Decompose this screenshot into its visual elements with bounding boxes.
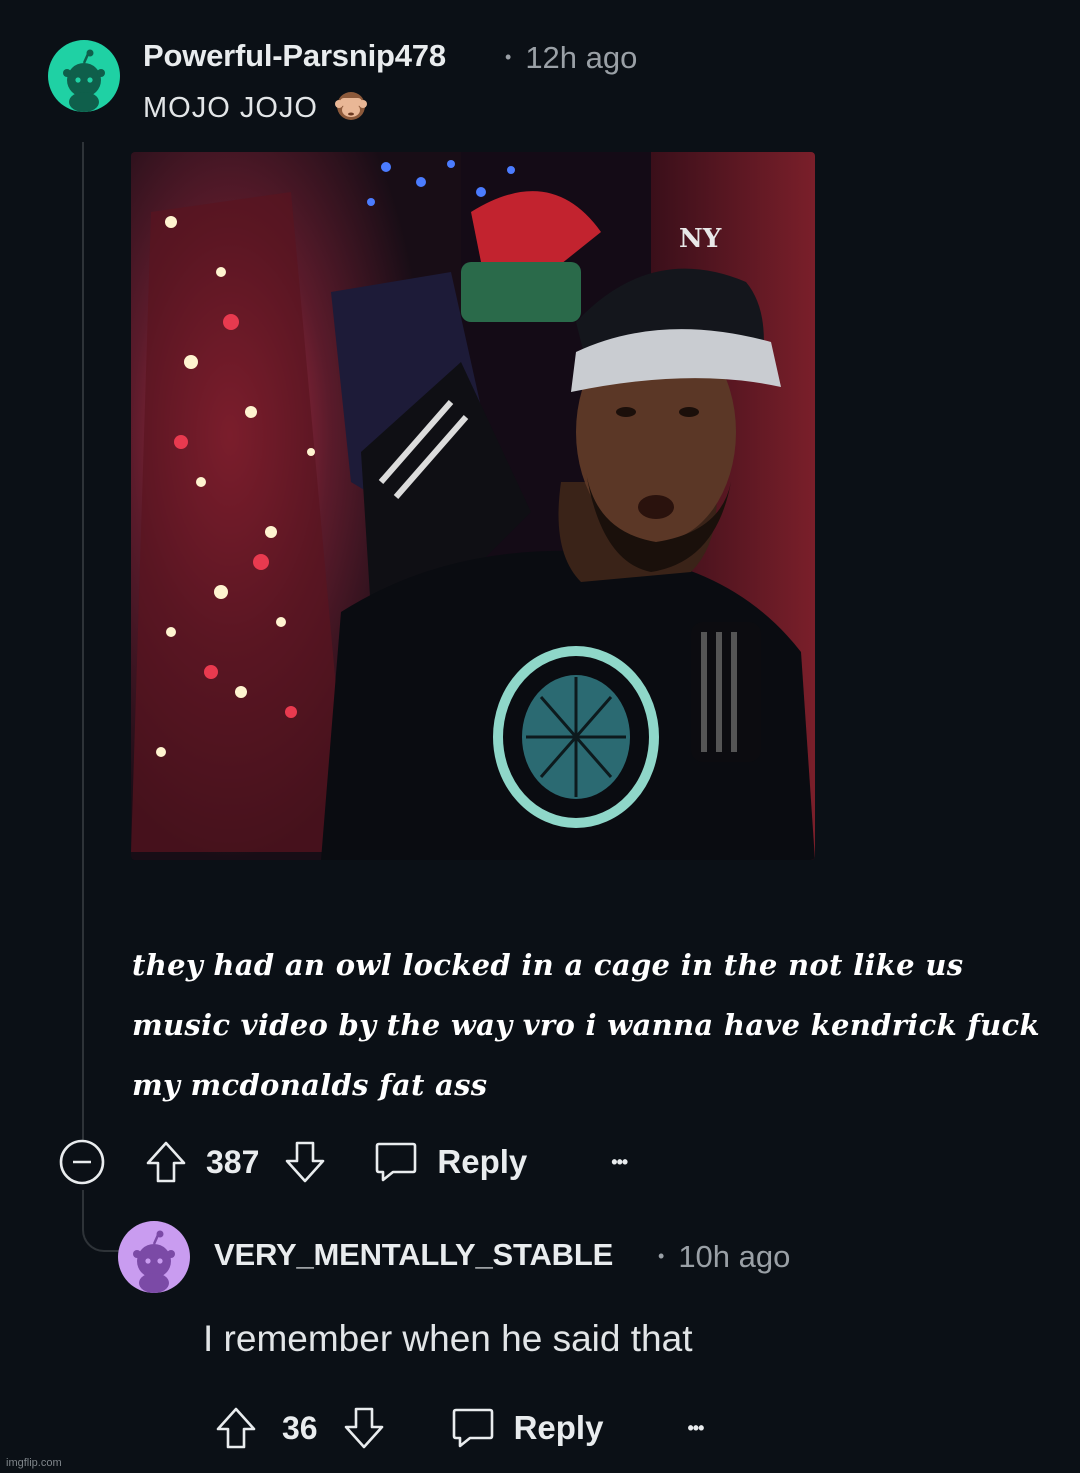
vote-count: 36 xyxy=(282,1409,318,1446)
meta-dot: • xyxy=(505,47,512,67)
downvote-icon[interactable] xyxy=(340,1405,388,1451)
meta-dot: • xyxy=(658,1246,665,1266)
comment-username[interactable]: Powerful-Parsnip478 xyxy=(143,38,446,74)
reply-meta: • 10h ago xyxy=(658,1239,790,1275)
collapse-thread-icon[interactable] xyxy=(58,1138,106,1186)
snoo-avatar-icon xyxy=(133,1230,175,1293)
imgflip-watermark: imgflip.com xyxy=(6,1457,62,1469)
upvote-icon[interactable] xyxy=(212,1405,260,1451)
video-still-image: NY xyxy=(131,152,815,860)
comment-time: 12h ago xyxy=(525,40,638,75)
comment-meta: • 12h ago xyxy=(505,40,637,76)
media-caption: they had an owl locked in a cage in the … xyxy=(132,948,1040,1102)
downvote-icon[interactable] xyxy=(281,1139,329,1185)
comment-text-content: MOJO JOJO xyxy=(143,92,318,124)
comment-media-image[interactable]: NY xyxy=(131,152,815,860)
svg-text:NY: NY xyxy=(679,224,722,254)
upvote-icon[interactable] xyxy=(142,1139,190,1185)
reply-avatar[interactable] xyxy=(118,1221,190,1293)
more-options-button[interactable]: ••• xyxy=(687,1418,704,1439)
reply-actions: 36 Reply ••• xyxy=(212,1404,704,1452)
vote-count: 387 xyxy=(206,1143,260,1180)
see-no-evil-monkey-icon xyxy=(334,89,368,123)
comment-bubble-icon xyxy=(450,1406,496,1450)
reply-time: 10h ago xyxy=(678,1239,791,1274)
reply-connector-line xyxy=(82,1190,124,1252)
thread-line xyxy=(82,142,84,1142)
more-options-button[interactable]: ••• xyxy=(611,1152,628,1173)
reply-username[interactable]: VERY_MENTALLY_STABLE xyxy=(214,1237,613,1273)
reply-button[interactable]: Reply xyxy=(373,1140,527,1184)
comment-text: MOJO JOJO xyxy=(143,89,368,125)
snoo-avatar-icon xyxy=(63,49,105,112)
reply-text: I remember when he said that xyxy=(203,1318,693,1359)
reply-button[interactable]: Reply xyxy=(450,1406,604,1450)
comment-actions: 387 Reply ••• xyxy=(58,1138,628,1186)
reply-label: Reply xyxy=(513,1409,604,1446)
avatar[interactable] xyxy=(48,40,120,112)
comment-bubble-icon xyxy=(373,1140,419,1184)
reply-label: Reply xyxy=(437,1143,528,1180)
